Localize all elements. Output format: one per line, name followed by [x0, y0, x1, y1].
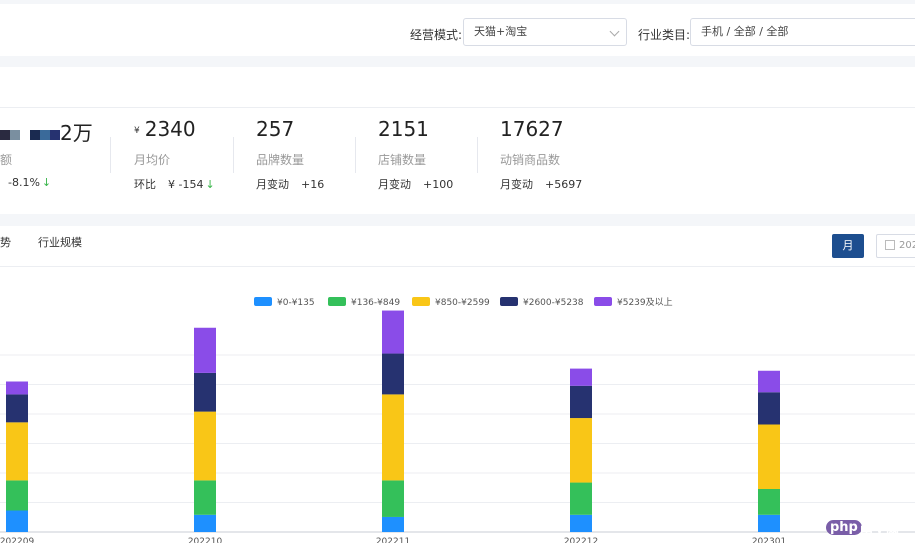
divider	[477, 137, 478, 173]
stat-brands-change: 月变动 +16	[256, 176, 324, 192]
stat-active-products-value: 17627	[500, 117, 564, 141]
legend-label: ¥850-¥2599	[435, 298, 490, 308]
legend-label: ¥0-¥135	[277, 298, 315, 308]
bar-segment	[758, 489, 780, 515]
bar-segment	[194, 514, 216, 532]
stat-sales-label: 额	[0, 153, 13, 167]
legend-swatch	[328, 297, 346, 306]
stat-avg-price-change: 环比 ¥ -154 ↓	[134, 176, 215, 192]
stat-sales-value: 2万	[0, 117, 93, 146]
filter-bar: 经营模式: 天猫+淘宝 行业类目: 手机 / 全部 / 全部	[0, 4, 915, 56]
stat-shops-value: 2151	[378, 117, 429, 141]
mode-select-value: 天猫+淘宝	[474, 25, 528, 38]
bar-segment	[570, 368, 592, 386]
stat-avg-price-label: 月均价	[134, 153, 171, 167]
change-label: 月变动	[256, 178, 289, 191]
x-tick-label: 202301	[752, 537, 786, 543]
redacted-block	[0, 129, 10, 140]
bar-segment	[382, 516, 404, 532]
stat-shops: 2151 店铺数量 月变动 +100	[378, 117, 453, 191]
x-tick-label: 202209	[0, 537, 34, 543]
change-value: ¥ -154	[168, 178, 204, 191]
redacted-block	[50, 129, 60, 140]
stat-sales: 2万 额 -8.1% ↓	[0, 117, 93, 189]
stat-avg-price: ¥2340 月均价 环比 ¥ -154 ↓	[134, 117, 215, 191]
bar-segment	[6, 381, 28, 395]
bar-segment	[194, 480, 216, 515]
bar-segment	[570, 514, 592, 532]
watermark-logo: php	[826, 520, 862, 535]
x-tick-label: 202210	[188, 537, 223, 543]
category-label: 行业类目:	[638, 28, 691, 42]
bar-segment	[6, 480, 28, 511]
stat-brands: 257 品牌数量 月变动 +16	[256, 117, 324, 191]
bar-segment	[570, 482, 592, 515]
bar-segment	[382, 480, 404, 517]
bar-segment	[6, 510, 28, 532]
category-cascader[interactable]: 手机 / 全部 / 全部	[690, 18, 915, 46]
stat-sales-change-value: -8.1%	[8, 176, 40, 189]
divider	[0, 107, 915, 108]
bar-segment	[758, 514, 780, 532]
change-value: +100	[423, 178, 454, 191]
stat-avg-price-number: 2340	[144, 117, 196, 141]
change-label: 环比	[134, 178, 156, 191]
currency-symbol: ¥	[134, 125, 140, 136]
change-label: 月变动	[378, 178, 411, 191]
stat-active-products-change: 月变动 +5697	[500, 176, 582, 192]
legend-label: ¥136-¥849	[351, 298, 400, 308]
stat-sales-suffix: 2万	[60, 121, 93, 145]
bar-segment	[570, 385, 592, 419]
redacted-block	[10, 129, 20, 140]
stat-brands-value: 257	[256, 117, 295, 141]
bar-segment	[6, 422, 28, 481]
stacked-bar-chart: ¥0-¥135 ¥136-¥849 ¥850-¥2599 ¥2600-¥5238 ¥52…	[0, 297, 915, 543]
stats-card: 2万 额 -8.1% ↓ ¥2340 月均价 环比 ¥ -154 ↓ 257 品牌数量…	[0, 67, 915, 214]
x-tick-label: 202211	[376, 537, 410, 543]
bar-segment	[382, 353, 404, 395]
category-cascader-value: 手机 / 全部 / 全部	[701, 25, 789, 38]
legend-swatch	[412, 297, 430, 306]
bar-segment	[758, 392, 780, 425]
chart-card: 势 行业规模 月 202 ¥0-¥135 ¥136-¥849 ¥850-¥2599 ¥…	[0, 226, 915, 543]
stat-brands-label: 品牌数量	[256, 153, 305, 167]
bar-segment	[758, 370, 780, 393]
legend-swatch	[254, 297, 272, 306]
change-value: +5697	[545, 178, 583, 191]
arrow-down-icon: ↓	[41, 176, 52, 189]
legend-swatch	[500, 297, 518, 306]
bar-segment	[382, 394, 404, 481]
bar-segment	[6, 394, 28, 423]
stat-avg-price-value: ¥2340	[134, 117, 196, 141]
divider	[355, 137, 356, 173]
divider	[233, 137, 234, 173]
bar-segment	[758, 424, 780, 489]
stat-shops-label: 店铺数量	[378, 153, 427, 167]
bar-segment	[570, 418, 592, 483]
stat-active-products: 17627 动销商品数 月变动 +5697	[500, 117, 582, 191]
bar-segment	[194, 372, 216, 412]
change-value: +16	[301, 178, 325, 191]
legend-label: ¥2600-¥5238	[523, 298, 584, 308]
x-tick-label: 202212	[564, 537, 598, 543]
legend-label: ¥5239及以上	[617, 297, 673, 308]
mode-label: 经营模式:	[410, 28, 463, 42]
bar-segment	[194, 411, 216, 481]
divider	[110, 137, 111, 173]
change-label: 月变动	[500, 178, 533, 191]
legend-swatch	[594, 297, 612, 306]
stat-shops-change: 月变动 +100	[378, 176, 453, 192]
arrow-down-icon: ↓	[205, 178, 215, 191]
chevron-down-icon	[609, 26, 620, 37]
redacted-block	[40, 129, 50, 140]
watermark-text: 中文网	[860, 524, 900, 539]
mode-select[interactable]: 天猫+淘宝	[463, 18, 627, 46]
stat-active-products-label: 动销商品数	[500, 153, 561, 167]
redacted-block	[30, 129, 40, 140]
stat-sales-change: -8.1% ↓	[8, 176, 51, 189]
bar-segment	[382, 310, 404, 354]
bar-segment	[194, 327, 216, 373]
